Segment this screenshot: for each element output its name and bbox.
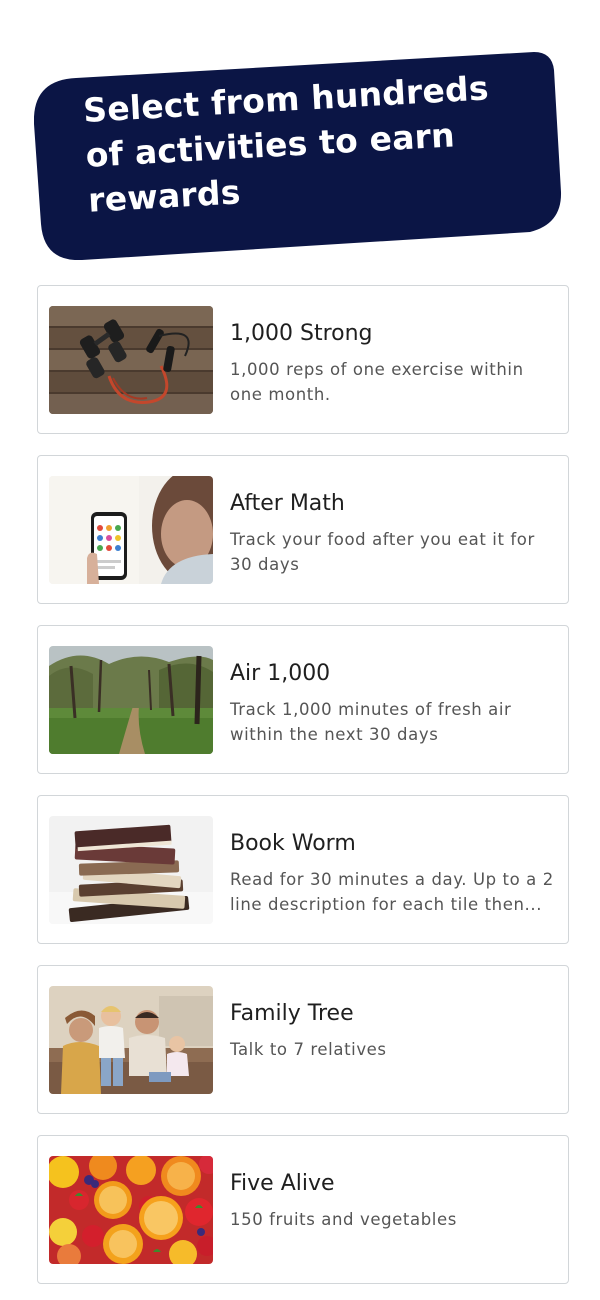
dumbbells-resistance-band-photo [49,306,213,414]
activity-card-book-worm[interactable]: Book Worm Read for 30 minutes a day. Up … [37,795,569,944]
page-title: Select from hundreds of activities to ea… [82,68,490,220]
activity-description: Talk to 7 relatives [230,1040,387,1059]
activity-title: Family Tree [230,1001,354,1026]
family-on-couch-photo [49,986,213,1094]
activity-description: 1,000 reps of one exercise within one mo… [230,360,524,404]
stack-of-books-photo [49,816,213,924]
activity-title: Book Worm [230,831,356,856]
activity-card-1000-strong[interactable]: 1,000 Strong 1,000 reps of one exercise … [37,285,569,434]
activity-description: Track 1,000 minutes of fresh air within … [230,700,512,744]
activity-title: Air 1,000 [230,661,331,686]
activity-title: 1,000 Strong [230,321,373,346]
activity-card-family-tree[interactable]: Family Tree Talk to 7 relatives [37,965,569,1114]
header-banner: Select from hundreds of activities to ea… [34,52,562,260]
activities-screen: Select from hundreds of activities to ea… [0,0,600,1300]
activity-description: 150 fruits and vegetables [230,1210,457,1229]
activity-card-five-alive[interactable]: Five Alive 150 fruits and vegetables [37,1135,569,1284]
activity-card-after-math[interactable]: After Math Track your food after you eat… [37,455,569,604]
activity-card-air-1000[interactable]: Air 1,000 Track 1,000 minutes of fresh a… [37,625,569,774]
phone-in-hand-photo [49,476,213,584]
forest-path-photo [49,646,213,754]
activity-description: Track your food after you eat it for 30 … [230,530,535,574]
activity-description: Read for 30 minutes a day. Up to a 2 lin… [230,870,554,914]
fruits-photo [49,1156,213,1264]
activity-title: After Math [230,491,345,516]
activity-title: Five Alive [230,1171,335,1196]
activity-list: 1,000 Strong 1,000 reps of one exercise … [37,285,569,1284]
